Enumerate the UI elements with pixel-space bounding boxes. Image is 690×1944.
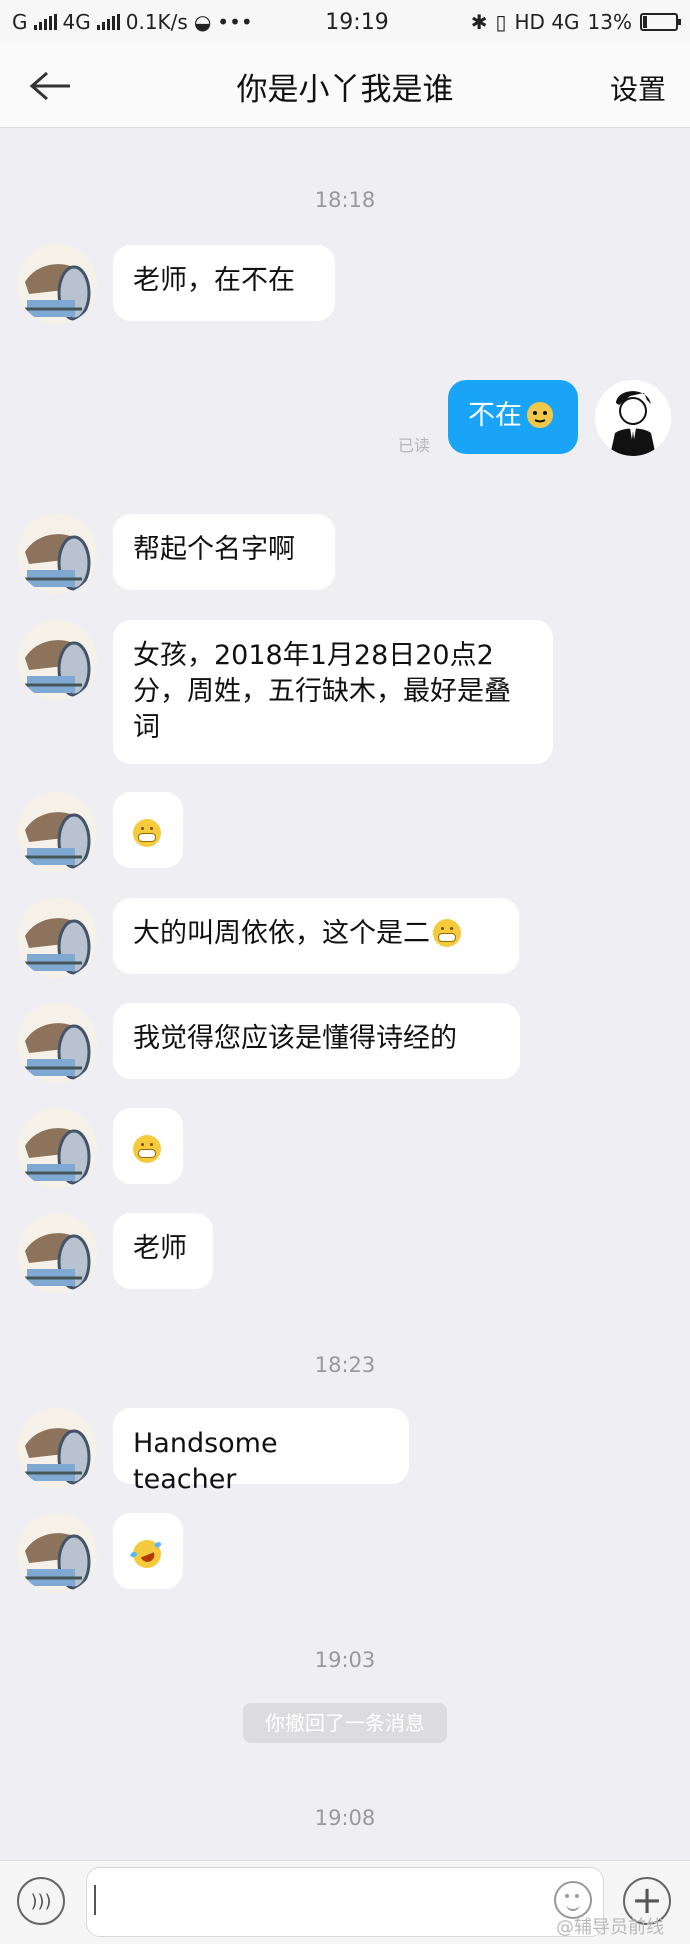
contact-avatar[interactable] bbox=[17, 620, 97, 700]
message-text: 女孩，2018年1月28日20点2分，周姓，五行缺木，最好是叠词 bbox=[133, 640, 511, 743]
text-cursor bbox=[94, 1885, 96, 1915]
contact-avatar[interactable] bbox=[17, 898, 97, 978]
battery-icon bbox=[640, 13, 681, 31]
contact-avatar[interactable] bbox=[17, 1003, 97, 1083]
message-bubble[interactable]: 老师 bbox=[113, 1213, 213, 1289]
carrier-label: G bbox=[12, 10, 28, 34]
avatar-illustration-icon bbox=[17, 1408, 97, 1488]
signal-bars-icon bbox=[96, 14, 120, 30]
network-type: 4G bbox=[62, 10, 91, 34]
message-text: 大的叫周依依，这个是二 bbox=[133, 918, 430, 949]
message-text: 老师，在不在 bbox=[133, 265, 295, 296]
weibo-icon: ◒ bbox=[193, 10, 212, 34]
emoji-message-bubble[interactable] bbox=[113, 1513, 183, 1589]
contact-avatar[interactable] bbox=[17, 1213, 97, 1293]
status-left: G 4G 0.1K/s ◒ ••• bbox=[12, 10, 292, 34]
chat-title: 你是小丫我是谁 bbox=[236, 72, 454, 108]
message-text: 老师 bbox=[133, 1233, 187, 1264]
status-right: ✱ ▯ HD 4G 13% bbox=[422, 10, 681, 34]
message-timestamp: 19:08 bbox=[314, 1806, 376, 1830]
network-speed: 0.1K/s bbox=[125, 10, 188, 34]
grin-emoji-icon bbox=[433, 919, 461, 947]
hd-network-label: HD 4G bbox=[514, 10, 580, 34]
message-timestamp: 19:03 bbox=[314, 1648, 376, 1672]
sent-message-bubble[interactable]: 不在 bbox=[448, 380, 578, 454]
emoji-message-bubble[interactable] bbox=[113, 792, 183, 868]
status-time: 19:19 bbox=[325, 9, 389, 35]
contact-avatar[interactable] bbox=[17, 1513, 97, 1593]
sound-wave-icon: ))) bbox=[30, 1890, 52, 1912]
message-bubble[interactable]: Handsome teacher bbox=[113, 1408, 409, 1495]
settings-button[interactable]: 设置 bbox=[610, 68, 666, 108]
contact-avatar[interactable] bbox=[17, 244, 97, 324]
contact-avatar[interactable] bbox=[17, 514, 97, 594]
avatar-illustration-icon bbox=[17, 792, 97, 872]
read-receipt: 已读 bbox=[398, 436, 431, 455]
battery-level bbox=[643, 16, 648, 28]
avatar-illustration-icon bbox=[17, 244, 97, 324]
message-bubble[interactable]: 女孩，2018年1月28日20点2分，周姓，五行缺木，最好是叠词 bbox=[113, 620, 553, 764]
self-avatar[interactable] bbox=[595, 380, 671, 456]
avatar-illustration-icon bbox=[17, 514, 97, 594]
vibrate-icon: ▯ bbox=[495, 10, 507, 34]
grin-emoji-icon bbox=[133, 1135, 161, 1163]
message-text: 不在 bbox=[468, 400, 522, 431]
more-icon: ••• bbox=[217, 10, 253, 34]
message-timestamp: 18:23 bbox=[314, 1353, 376, 1377]
message-bubble[interactable]: 帮起个名字啊 bbox=[113, 514, 335, 590]
message-timestamp: 18:18 bbox=[314, 188, 376, 212]
avatar-illustration-icon bbox=[17, 1108, 97, 1188]
avatar-illustration-icon bbox=[17, 1513, 97, 1593]
tears-of-joy-emoji-icon bbox=[128, 1535, 166, 1573]
grin-emoji-icon bbox=[133, 819, 161, 847]
bluetooth-icon: ✱ bbox=[470, 10, 488, 34]
contact-avatar[interactable] bbox=[17, 792, 97, 872]
chat-header: 你是小丫我是谁 设置 bbox=[0, 44, 690, 128]
message-bubble[interactable]: 我觉得您应该是懂得诗经的 bbox=[113, 1003, 520, 1079]
status-bar: G 4G 0.1K/s ◒ ••• 19:19 ✱ ▯ HD 4G 13% bbox=[0, 0, 690, 44]
weibo-watermark: @辅导员前线 bbox=[556, 1917, 664, 1938]
user-avatar-icon bbox=[595, 380, 671, 456]
message-text: 帮起个名字啊 bbox=[133, 534, 295, 565]
signal-bars-icon bbox=[33, 14, 57, 30]
contact-avatar[interactable] bbox=[17, 1408, 97, 1488]
avatar-illustration-icon bbox=[17, 620, 97, 700]
message-text: 我觉得您应该是懂得诗经的 bbox=[133, 1023, 457, 1054]
battery-percent: 13% bbox=[587, 10, 632, 34]
avatar-illustration-icon bbox=[17, 1213, 97, 1293]
contact-avatar[interactable] bbox=[17, 1108, 97, 1188]
avatar-illustration-icon bbox=[17, 1003, 97, 1083]
voice-input-button[interactable]: ))) bbox=[17, 1877, 65, 1925]
message-text: Handsome teacher bbox=[133, 1428, 278, 1495]
message-bubble[interactable]: 大的叫周依依，这个是二 bbox=[113, 898, 519, 974]
emoji-message-bubble[interactable] bbox=[113, 1108, 183, 1184]
recall-system-message: 你撤回了一条消息 bbox=[243, 1703, 447, 1743]
message-input[interactable] bbox=[86, 1867, 604, 1937]
avatar-illustration-icon bbox=[17, 898, 97, 978]
message-bubble[interactable]: 老师，在不在 bbox=[113, 245, 335, 321]
doge-emoji-icon bbox=[527, 402, 553, 428]
